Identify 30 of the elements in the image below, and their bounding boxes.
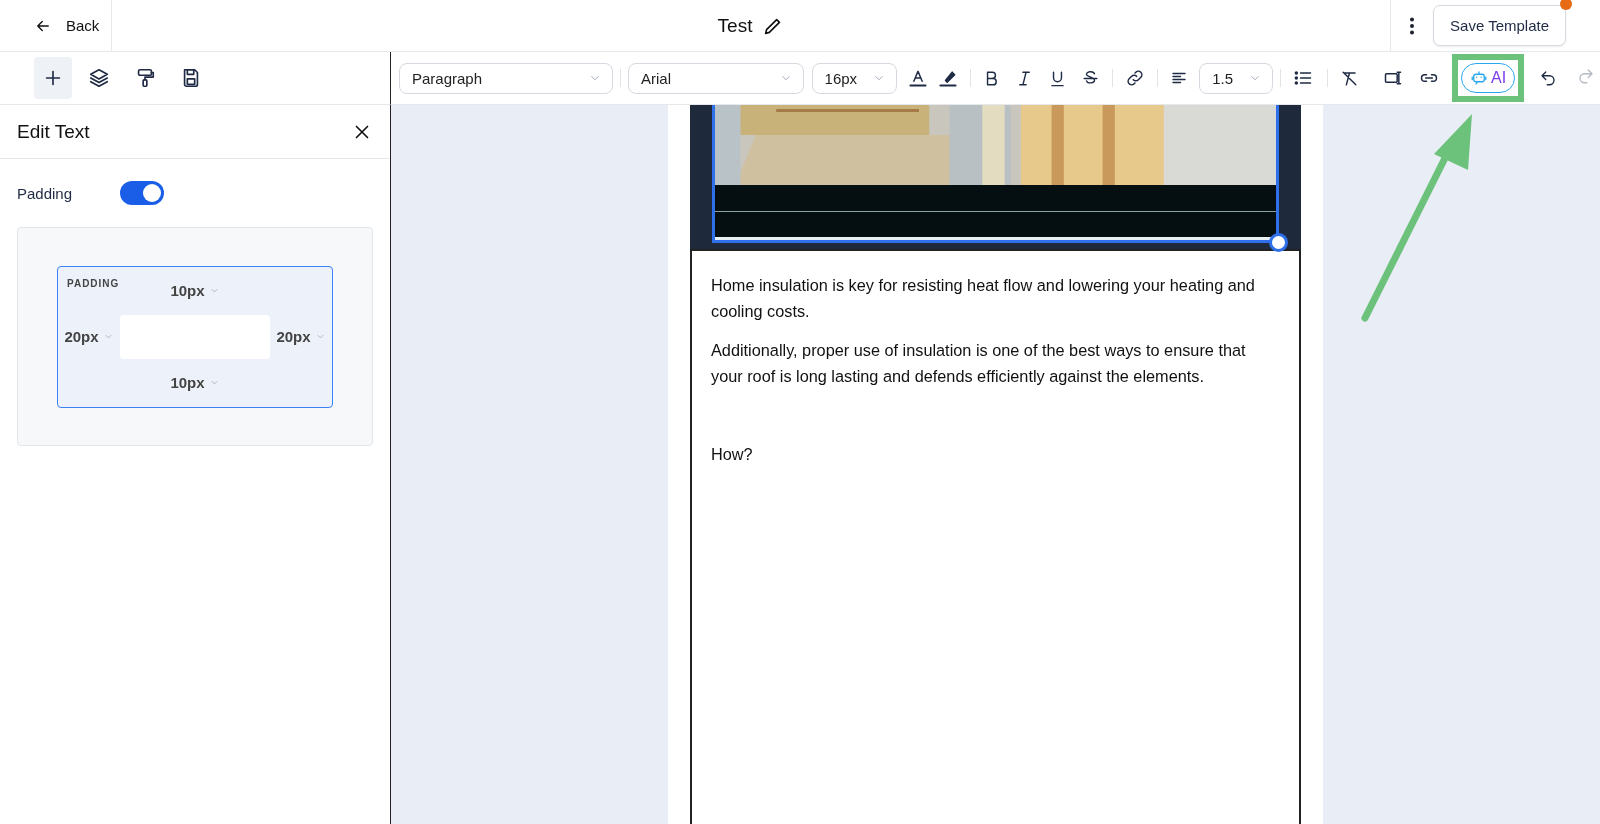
paragraph: How? [711,444,754,465]
padding-top-select[interactable]: 10px [120,266,270,315]
resize-handle[interactable] [1269,233,1288,252]
bulleted-list-icon[interactable] [1293,68,1314,88]
link-icon[interactable] [1125,68,1146,88]
undo-icon[interactable] [1539,69,1558,87]
text-block[interactable] [690,249,1301,824]
padding-toggle[interactable] [120,181,165,205]
padding-right-select[interactable]: 20px [270,314,332,359]
block-type-select[interactable]: Paragraph [399,62,614,94]
text-color-icon[interactable] [907,68,928,88]
ai-button[interactable]: AI [1461,63,1516,93]
padding-box-label: PADDING [67,277,120,289]
font-select[interactable]: Arial [628,62,804,94]
robot-icon [1470,69,1488,87]
back-button[interactable]: Back [0,0,112,51]
highlighter-icon[interactable] [937,68,958,88]
add-tool[interactable] [34,57,72,99]
layers-icon [88,67,110,89]
line-height-select[interactable]: 1.5 [1199,62,1274,94]
template-title: Test [717,14,753,37]
padding-left-select[interactable]: 20px [58,314,120,359]
save-template-button[interactable]: Save Template [1433,5,1566,46]
paragraph: Additionally, proper use of insulation is one of the best ways to ensure that your roof is long lasting and defends efficiently against the elements. [711,340,1247,387]
padding-bottom-select[interactable]: 10px [120,358,270,407]
padding-label: Padding [17,184,73,202]
font-size-select[interactable]: 16px [811,62,897,94]
panel-title: Edit Text [17,120,90,143]
text-field-icon[interactable] [1383,68,1404,88]
paragraph: Home insulation is key for resisting heat flow and lowering your heating and cooling costs. [711,275,1256,322]
